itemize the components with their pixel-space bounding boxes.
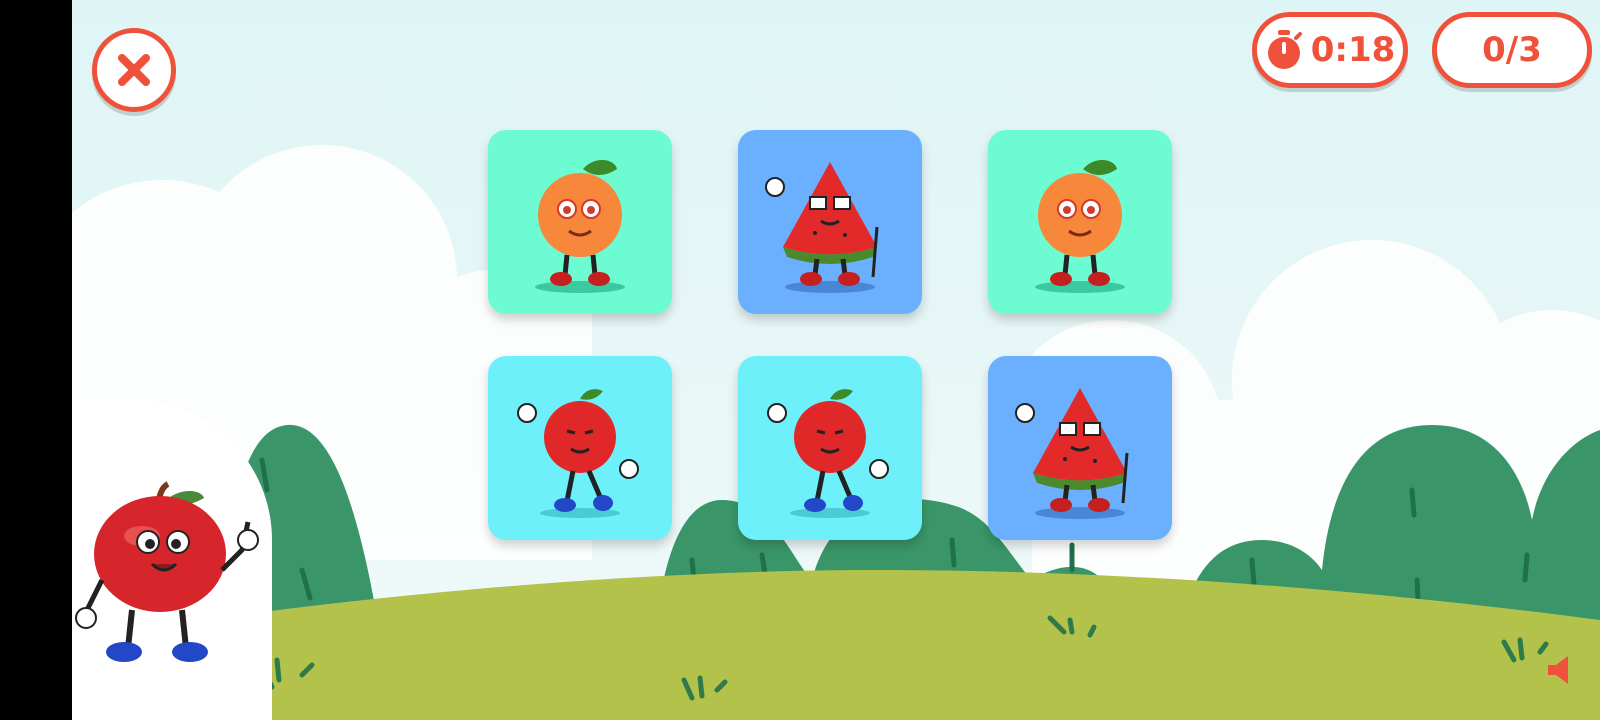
game-stage: 0:18 0/3 bbox=[72, 0, 1600, 720]
card-peach[interactable] bbox=[488, 130, 672, 314]
left-black-bar bbox=[0, 0, 72, 720]
score-value: 0/3 bbox=[1482, 30, 1542, 70]
stopwatch-icon bbox=[1267, 30, 1302, 69]
close-icon bbox=[118, 54, 150, 86]
card-apple[interactable] bbox=[488, 356, 672, 540]
speaker-icon[interactable] bbox=[1544, 652, 1580, 688]
close-button[interactable] bbox=[92, 28, 176, 112]
apple-mascot bbox=[75, 481, 259, 662]
score-display: 0/3 bbox=[1432, 12, 1592, 88]
card-watermelon[interactable] bbox=[988, 356, 1172, 540]
card-peach[interactable] bbox=[988, 130, 1172, 314]
apple-character-icon bbox=[517, 389, 639, 518]
watermelon-character-icon bbox=[765, 162, 879, 293]
card-apple[interactable] bbox=[738, 356, 922, 540]
watermelon-character-icon bbox=[1015, 388, 1129, 519]
timer-display: 0:18 bbox=[1252, 12, 1408, 88]
peach-character-icon bbox=[535, 159, 625, 293]
timer-value: 0:18 bbox=[1310, 30, 1396, 70]
peach-character-icon bbox=[1035, 159, 1125, 293]
card-watermelon[interactable] bbox=[738, 130, 922, 314]
apple-character-icon bbox=[767, 389, 889, 518]
